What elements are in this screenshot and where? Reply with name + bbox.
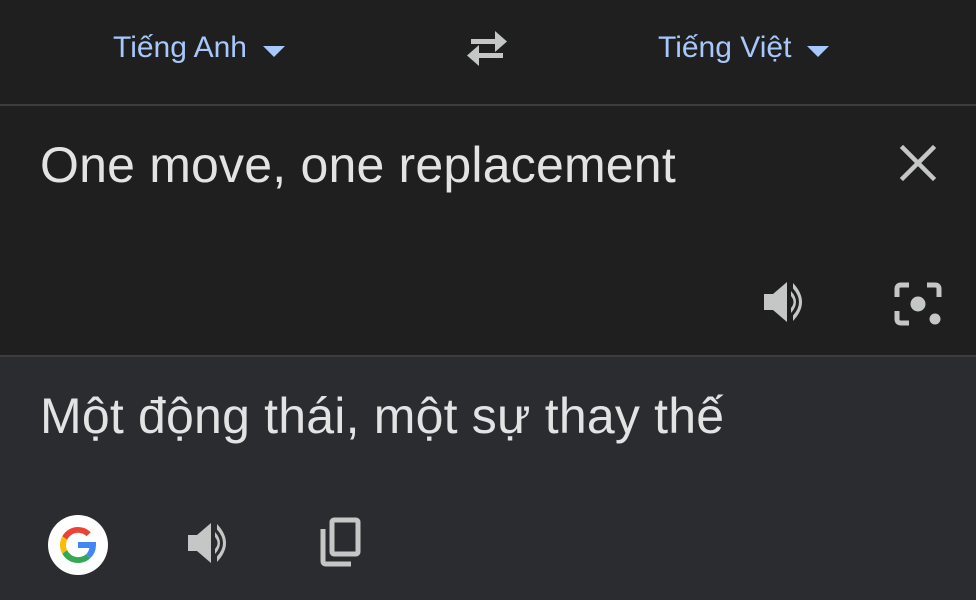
listen-translation-button[interactable] bbox=[180, 517, 238, 569]
listen-source-button[interactable] bbox=[756, 276, 814, 328]
caret-down-icon bbox=[807, 45, 830, 57]
google-g-mark bbox=[60, 526, 97, 564]
clear-text-button[interactable] bbox=[894, 139, 942, 187]
swap-arrows-icon bbox=[467, 31, 507, 66]
source-language-selector[interactable]: Tiếng Anh bbox=[113, 26, 285, 70]
translation-text: Một động thái, một sự thay thế bbox=[40, 388, 725, 444]
google-logo-icon[interactable] bbox=[48, 515, 108, 575]
translation-panel: Một động thái, một sự thay thế bbox=[0, 357, 976, 600]
close-icon bbox=[899, 144, 937, 182]
target-language-label: Tiếng Việt bbox=[658, 31, 792, 64]
copy-icon bbox=[320, 517, 361, 567]
translate-app: Tiếng Anh Tiếng Việt One move, one repla… bbox=[0, 0, 976, 600]
copy-translation-button[interactable] bbox=[312, 513, 368, 571]
language-bar: Tiếng Anh Tiếng Việt bbox=[0, 0, 976, 105]
speaker-icon bbox=[764, 282, 802, 322]
source-text[interactable]: One move, one replacement bbox=[40, 136, 676, 194]
source-language-label: Tiếng Anh bbox=[113, 31, 247, 64]
camera-translate-button[interactable] bbox=[890, 276, 946, 332]
caret-down-icon bbox=[263, 45, 285, 57]
source-panel: One move, one replacement bbox=[0, 106, 976, 355]
speaker-icon bbox=[188, 523, 226, 563]
lens-camera-icon bbox=[894, 282, 942, 326]
swap-languages-button[interactable] bbox=[462, 26, 512, 70]
target-language-selector[interactable]: Tiếng Việt bbox=[658, 26, 830, 70]
